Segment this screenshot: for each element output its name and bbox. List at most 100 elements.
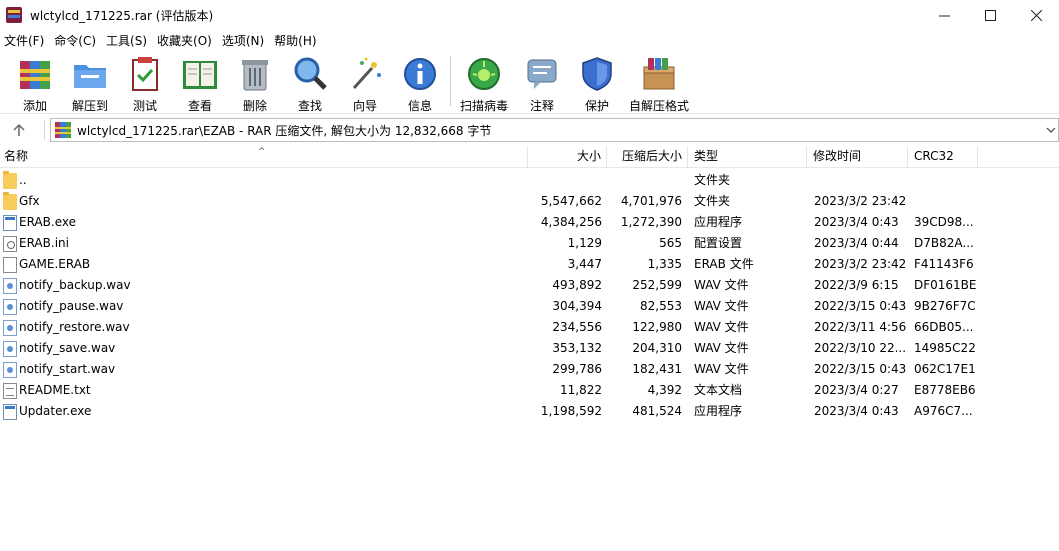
- file-packed-size: 565: [659, 236, 682, 250]
- delete-label: 删除: [242, 99, 267, 113]
- test-label: 测试: [132, 99, 157, 113]
- maximize-button[interactable]: [967, 0, 1013, 30]
- file-crc: 66DB05...: [914, 320, 974, 334]
- comment-button[interactable]: 注释: [514, 52, 570, 113]
- delete-button[interactable]: 删除: [227, 52, 283, 113]
- file-modified: 2023/3/2 23:42: [814, 194, 906, 208]
- shield-icon: [578, 55, 616, 93]
- extract-to-button[interactable]: 解压到: [62, 52, 118, 113]
- file-row[interactable]: README.txt 11,822 4,392 文本文档 2023/3/4 0:27 E8…: [0, 380, 980, 401]
- file-packed-size: 204,310: [632, 341, 682, 355]
- file-name: notify_start.wav: [19, 362, 116, 376]
- audio-file-icon: [3, 278, 17, 294]
- file-modified: [814, 170, 906, 191]
- file-row[interactable]: .. 文件夹: [0, 170, 980, 191]
- file-row[interactable]: notify_backup.wav 493,892 252,599 WAV 文件 202…: [0, 275, 980, 296]
- column-header-size[interactable]: 大小: [528, 146, 607, 168]
- file-row[interactable]: notify_start.wav 299,786 182,431 WAV 文件 2022…: [0, 359, 980, 380]
- sfx-button[interactable]: 自解压格式: [624, 52, 694, 113]
- address-dropdown-button[interactable]: [1044, 121, 1058, 139]
- text-file-icon: [3, 383, 17, 399]
- menu-options[interactable]: 选项(N): [218, 32, 268, 49]
- menu-file[interactable]: 文件(F): [0, 32, 48, 49]
- exe-file-icon: [3, 215, 17, 231]
- wizard-button[interactable]: 向导: [337, 52, 393, 113]
- file-row[interactable]: ERAB.exe 4,384,256 1,272,390 应用程序 2023/3/4 0…: [0, 212, 980, 233]
- file-crc: 062C17E1: [914, 362, 976, 376]
- file-packed-size: 481,524: [632, 404, 682, 418]
- file-name: ERAB.exe: [19, 215, 76, 229]
- file-size: 1,198,592: [540, 404, 602, 418]
- file-packed-size: 1,272,390: [620, 215, 682, 229]
- title-bar: wlctylcd_171225.rar (评估版本): [0, 0, 1059, 30]
- up-one-level-button[interactable]: [8, 119, 30, 141]
- file-size: 11,822: [560, 383, 602, 397]
- column-header-packed[interactable]: 压缩后大小: [607, 146, 688, 168]
- menu-favorites[interactable]: 收藏夹(O): [153, 32, 216, 49]
- magnifier-icon: [291, 55, 329, 93]
- file-row[interactable]: Updater.exe 1,198,592 481,524 应用程序 2023/3/4 …: [0, 401, 980, 422]
- file-modified: 2022/3/15 0:43: [814, 299, 906, 313]
- comment-icon: [523, 55, 561, 93]
- menu-help[interactable]: 帮助(H): [270, 32, 320, 49]
- file-row[interactable]: notify_save.wav 353,132 204,310 WAV 文件 2022/…: [0, 338, 980, 359]
- rar-archive-icon: [55, 122, 71, 138]
- file-modified: 2023/3/4 0:27: [814, 383, 899, 397]
- wizard-wand-icon: [346, 55, 384, 93]
- sfx-label: 自解压格式: [628, 99, 689, 113]
- column-name-label: 名称: [4, 149, 29, 163]
- audio-file-icon: [3, 362, 17, 378]
- find-button[interactable]: 查找: [282, 52, 338, 113]
- exe-file-icon: [3, 404, 17, 420]
- menu-tools[interactable]: 工具(S): [102, 32, 151, 49]
- address-path: wlctylcd_171225.rar\EZAB - RAR 压缩文件, 解包大…: [77, 123, 492, 138]
- file-row[interactable]: ERAB.ini 1,129 565 配置设置 2023/3/4 0:44 D7B82A.…: [0, 233, 980, 254]
- column-header-crc[interactable]: CRC32: [908, 146, 978, 168]
- address-bar[interactable]: wlctylcd_171225.rar\EZAB - RAR 压缩文件, 解包大…: [50, 118, 1059, 142]
- view-button[interactable]: 查看: [172, 52, 228, 113]
- column-header-name[interactable]: 名称 ^: [0, 146, 528, 168]
- file-size: 5,547,662: [540, 194, 602, 208]
- file-name: notify_backup.wav: [19, 278, 131, 292]
- audio-file-icon: [3, 299, 17, 315]
- close-button[interactable]: [1013, 0, 1059, 30]
- info-button[interactable]: 信息: [392, 52, 448, 113]
- view-label: 查看: [187, 99, 212, 113]
- file-row[interactable]: Gfx 5,547,662 4,701,976 文件夹 2023/3/2 23:42: [0, 191, 980, 212]
- file-packed-size: 4,701,976: [620, 194, 682, 208]
- menu-commands[interactable]: 命令(C): [50, 32, 100, 49]
- minimize-button[interactable]: [921, 0, 967, 30]
- file-size: 304,394: [552, 299, 602, 313]
- file-row[interactable]: notify_pause.wav 304,394 82,553 WAV 文件 2022/…: [0, 296, 980, 317]
- file-row[interactable]: GAME.ERAB 3,447 1,335 ERAB 文件 2023/3/2 23:42…: [0, 254, 980, 275]
- trash-icon: [236, 55, 274, 93]
- view-book-icon: [181, 55, 219, 93]
- find-label: 查找: [297, 99, 322, 113]
- file-name: ERAB.ini: [19, 236, 69, 250]
- column-header-type[interactable]: 类型: [688, 146, 807, 168]
- virus-scan-label: 扫描病毒: [459, 99, 508, 113]
- extract-to-label: 解压到: [71, 99, 108, 113]
- file-row[interactable]: notify_restore.wav 234,556 122,980 WAV 文件 20…: [0, 317, 980, 338]
- test-button[interactable]: 测试: [117, 52, 173, 113]
- protect-button[interactable]: 保护: [569, 52, 625, 113]
- file-list-header: 名称 ^ 大小 压缩后大小 类型 修改时间 CRC32: [0, 146, 1059, 168]
- address-separator: [44, 120, 45, 140]
- file-modified: 2023/3/2 23:42: [814, 257, 906, 271]
- file-packed-size: 82,553: [640, 299, 682, 313]
- file-type: WAV 文件: [694, 362, 749, 376]
- file-crc: 14985C22: [914, 341, 976, 355]
- file-name: notify_restore.wav: [19, 320, 130, 334]
- address-row: wlctylcd_171225.rar\EZAB - RAR 压缩文件, 解包大…: [0, 117, 1059, 143]
- toolbar-separator: [450, 56, 451, 106]
- file-packed-size: 1,335: [647, 257, 682, 271]
- add-button[interactable]: 添加: [7, 52, 63, 113]
- file-crc: A976C7...: [914, 404, 973, 418]
- column-header-modified[interactable]: 修改时间: [807, 146, 908, 168]
- file-packed-size: 4,392: [647, 383, 682, 397]
- file-crc: 9B276F7C: [914, 299, 976, 313]
- minimize-icon: [938, 15, 950, 16]
- sfx-box-icon: [640, 55, 678, 93]
- file-crc: D7B82A...: [914, 236, 974, 250]
- virus-scan-button[interactable]: 扫描病毒: [456, 52, 512, 113]
